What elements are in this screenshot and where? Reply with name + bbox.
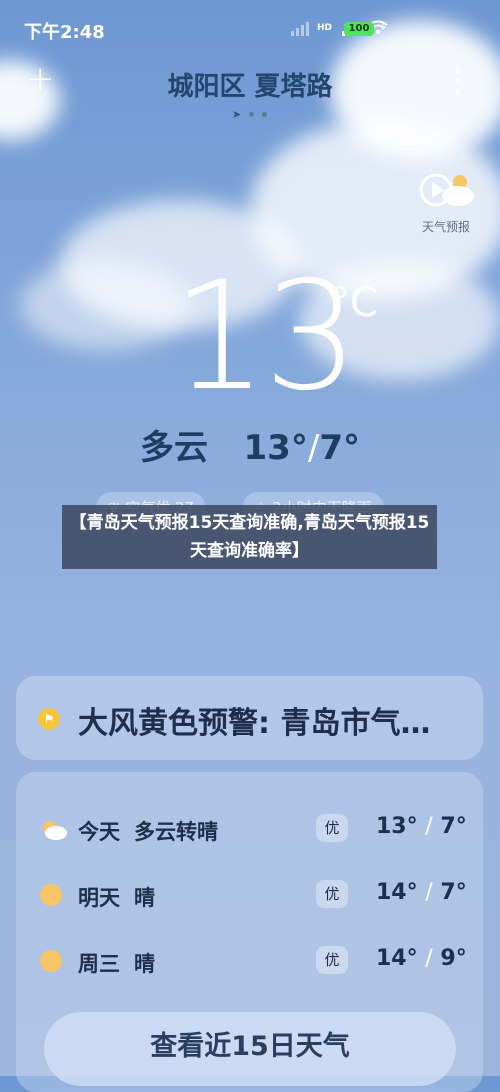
battery-icon: 100 bbox=[344, 22, 374, 36]
charging-icon: ⚡ bbox=[378, 20, 388, 36]
page-indicator: ➤ bbox=[232, 108, 268, 121]
forecast-row-tomorrow[interactable]: 明天 晴 优 14° / 7° bbox=[16, 876, 483, 916]
forecast-high: 14° bbox=[376, 880, 418, 905]
forecast-condition: 多云转晴 bbox=[134, 820, 218, 844]
aqi-badge: 优 bbox=[316, 880, 348, 908]
status-bar: 下午2:48 HD 100 ⚡ bbox=[0, 0, 500, 60]
high-temp: 13° bbox=[243, 428, 308, 468]
status-time: 下午2:48 bbox=[24, 22, 105, 43]
sunny-icon bbox=[40, 950, 62, 972]
forecast-video-label: 天气预报 bbox=[421, 220, 470, 234]
forecast-condition: 晴 bbox=[134, 886, 155, 910]
aqi-badge: 优 bbox=[316, 946, 348, 974]
signal-icon bbox=[290, 20, 309, 36]
location-title[interactable]: 城阳区 夏塔路 bbox=[0, 66, 500, 103]
weather-alert-card[interactable]: ⚑ 大风黄色预警: 青岛市气… bbox=[16, 676, 483, 760]
forecast-condition: 晴 bbox=[134, 952, 155, 976]
network-type: HD bbox=[316, 23, 332, 33]
sunny-icon bbox=[40, 884, 62, 906]
forecast-row-today[interactable]: 今天 多云转晴 优 13° / 7° bbox=[16, 810, 483, 850]
current-temperature: 13 bbox=[172, 250, 359, 424]
condition-summary: 多云 13°/7° bbox=[0, 420, 500, 469]
location-arrow-icon: ➤ bbox=[232, 108, 242, 121]
forecast-low: 7° bbox=[440, 880, 467, 905]
forecast-temps: 14° / 9° bbox=[376, 946, 467, 971]
article-title-banner: 【青岛天气预报15天查询准确,青岛天气预报15天查询准确率】 bbox=[62, 505, 437, 569]
forecast-high: 14° bbox=[376, 946, 418, 971]
condition-text: 多云 bbox=[140, 428, 208, 468]
forecast-temps: 13° / 7° bbox=[376, 814, 467, 839]
partly-cloudy-icon bbox=[43, 821, 67, 840]
more-menu-button[interactable] bbox=[455, 68, 460, 95]
forecast-day: 明天 bbox=[78, 886, 120, 910]
temperature-unit: °C bbox=[330, 280, 378, 326]
alert-flag-icon: ⚑ bbox=[38, 708, 60, 730]
low-temp: 7° bbox=[319, 428, 360, 468]
forecast-low: 9° bbox=[440, 946, 467, 971]
forecast-day: 今天 bbox=[78, 820, 120, 844]
forecast-row-wednesday[interactable]: 周三 晴 优 14° / 9° bbox=[16, 942, 483, 982]
aqi-badge: 优 bbox=[316, 814, 348, 842]
forecast-temps: 14° / 7° bbox=[376, 880, 467, 905]
forecast-video-button[interactable]: 天气预报 bbox=[410, 168, 482, 235]
view-15-day-button[interactable]: 查看近15日天气 bbox=[44, 1012, 456, 1086]
forecast-day: 周三 bbox=[78, 952, 120, 976]
temp-separator: / bbox=[307, 428, 320, 468]
forecast-low: 7° bbox=[440, 814, 467, 839]
forecast-high: 13° bbox=[376, 814, 418, 839]
video-cloud-icon bbox=[419, 173, 474, 207]
alert-text: 大风黄色预警: 青岛市气… bbox=[78, 706, 431, 741]
